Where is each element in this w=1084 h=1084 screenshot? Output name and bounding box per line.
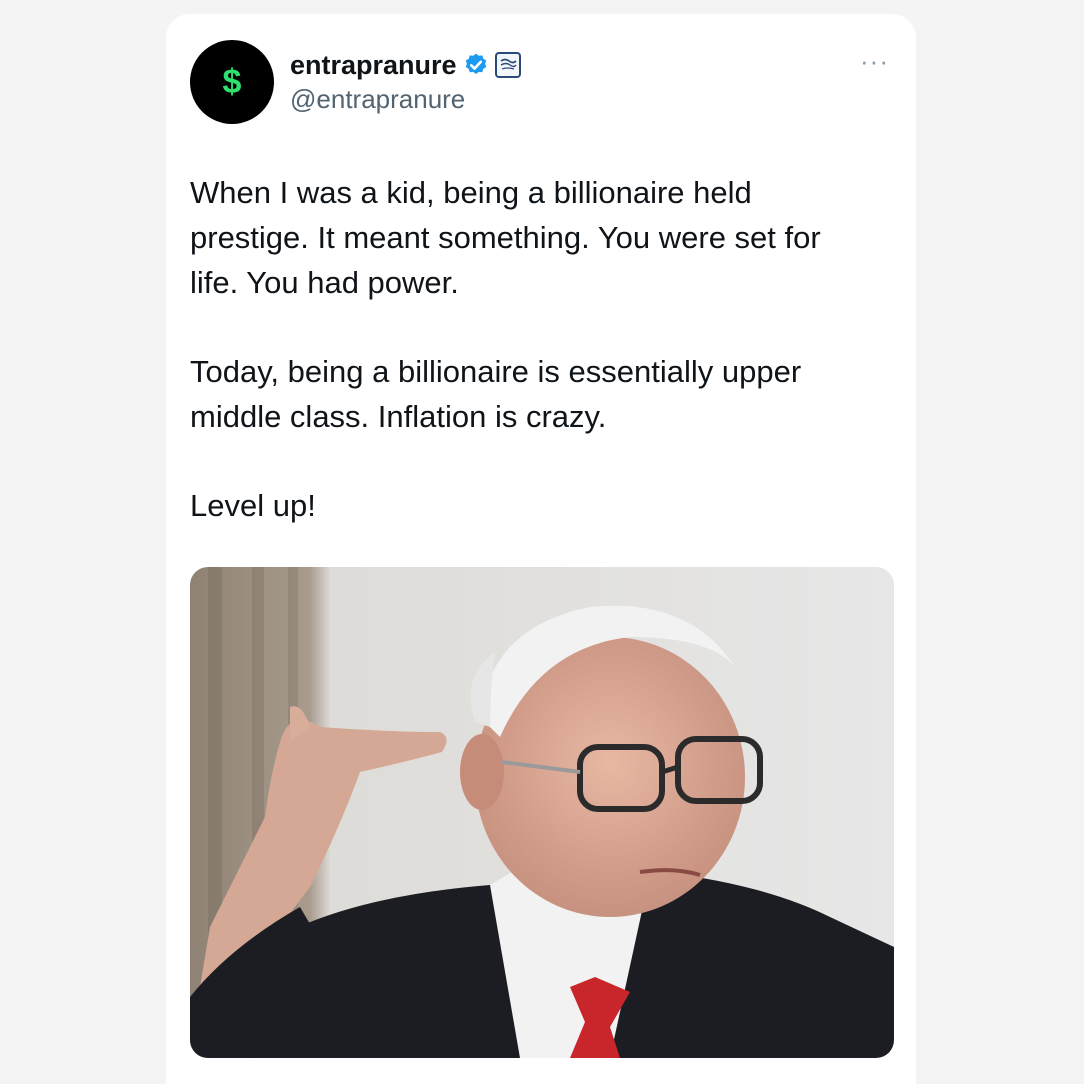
tweet-paragraph: Level up!: [190, 488, 316, 523]
author-name-row: entrapranure: [290, 48, 521, 82]
tweet-media-photo[interactable]: [190, 567, 894, 1058]
tweet-paragraph: When I was a kid, being a billionaire he…: [190, 175, 821, 300]
tweet-text: When I was a kid, being a billionaire he…: [190, 170, 870, 528]
affiliate-badge-icon[interactable]: [494, 52, 521, 78]
tweet-card: $ entrapranure @entrapranure ··· When I …: [166, 14, 916, 1084]
avatar-dollar-glyph: $: [222, 62, 242, 101]
avatar[interactable]: $: [190, 40, 274, 124]
user-handle[interactable]: @entrapranure: [290, 84, 465, 115]
more-options-icon[interactable]: ···: [860, 46, 889, 77]
photo-elderly-man-saluting-icon: [190, 567, 894, 1058]
display-name[interactable]: entrapranure: [290, 50, 457, 81]
verified-badge-icon[interactable]: [463, 52, 489, 78]
tweet-paragraph: Today, being a billionaire is essentiall…: [190, 354, 802, 434]
